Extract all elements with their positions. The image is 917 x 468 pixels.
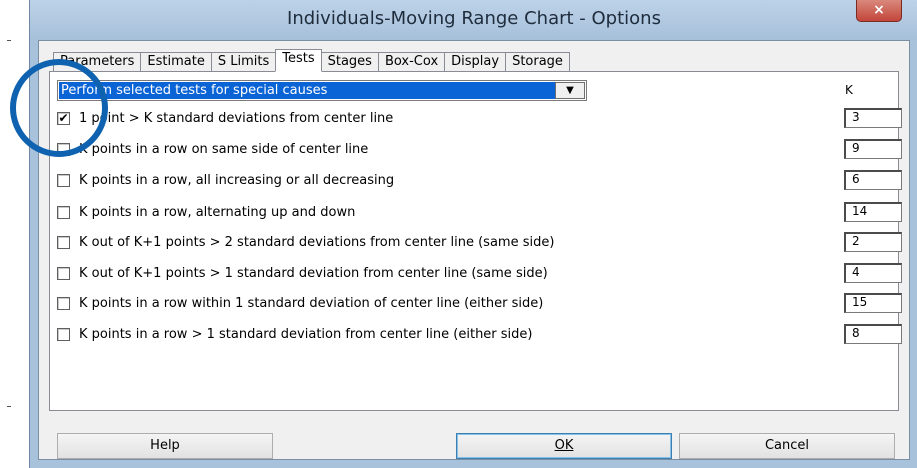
test-row-1: ✔ 1 point > K standard deviations from c… [57,108,902,130]
test-row-3: K points in a row, all increasing or all… [57,170,902,192]
test-2-label: K points in a row on same side of center… [79,142,369,157]
ok-button[interactable]: OK [456,433,672,459]
test-6-checkbox[interactable] [57,267,70,280]
help-button[interactable]: Help [57,433,273,459]
left-edge-tick [7,40,11,41]
dialog-window: Individuals-Moving Range Chart - Options… [29,0,917,468]
tests-mode-value: Perform selected tests for special cause… [59,82,555,99]
test-row-6: K out of K+1 points > 1 standard deviati… [57,263,902,285]
test-5-label: K out of K+1 points > 2 standard deviati… [79,235,555,250]
test-6-k-field[interactable]: 4 [844,263,902,283]
test-1-k-field[interactable]: 3 [844,108,902,128]
test-5-k-field[interactable]: 2 [844,232,902,252]
test-3-checkbox[interactable] [57,174,70,187]
test-3-label: K points in a row, all increasing or all… [79,173,395,188]
cancel-button[interactable]: Cancel [679,433,895,459]
test-8-checkbox[interactable] [57,328,70,341]
close-icon: × [873,2,885,18]
tab-estimate[interactable]: Estimate [140,52,212,72]
test-5-checkbox[interactable] [57,236,70,249]
test-row-8: K points in a row > 1 standard deviation… [57,324,902,346]
dialog-client-area: Parameters Estimate S Limits Tests Stage… [38,40,910,460]
k-column-header: K [845,83,853,97]
test-7-k-field[interactable]: 15 [844,293,902,313]
test-4-k-field[interactable]: 14 [844,202,902,222]
tests-mode-select[interactable]: Perform selected tests for special cause… [57,80,587,101]
test-row-7: K points in a row within 1 standard devi… [57,293,902,315]
tab-tests[interactable]: Tests [275,49,322,72]
tab-stages[interactable]: Stages [320,52,379,72]
test-7-checkbox[interactable] [57,297,70,310]
tab-strip: Parameters Estimate S Limits Tests Stage… [53,49,570,72]
test-1-label: 1 point > K standard deviations from cen… [79,111,394,126]
test-row-5: K out of K+1 points > 2 standard deviati… [57,232,902,254]
test-3-k-field[interactable]: 6 [844,170,902,190]
highlight-circle-annotation [10,59,108,157]
ok-button-label: OK [554,438,574,453]
close-button[interactable]: × [856,0,902,22]
left-edge-tick [7,406,11,407]
chevron-down-icon: ▼ [566,85,574,96]
tab-display[interactable]: Display [444,52,507,72]
test-2-k-field[interactable]: 9 [844,139,902,159]
dropdown-button[interactable]: ▼ [555,82,585,99]
test-6-label: K out of K+1 points > 1 standard deviati… [79,266,548,281]
test-row-4: K points in a row, alternating up and do… [57,202,902,224]
tab-box-cox[interactable]: Box-Cox [377,52,446,72]
test-8-label: K points in a row > 1 standard deviation… [79,327,533,342]
test-row-2: K points in a row on same side of center… [57,139,902,161]
tab-storage[interactable]: Storage [505,52,570,72]
test-4-label: K points in a row, alternating up and do… [79,205,356,220]
test-4-checkbox[interactable] [57,206,70,219]
window-title: Individuals-Moving Range Chart - Options [287,8,661,29]
test-8-k-field[interactable]: 8 [844,324,902,344]
test-7-label: K points in a row within 1 standard devi… [79,296,544,311]
tab-s-limits[interactable]: S Limits [210,52,277,72]
title-bar[interactable]: Individuals-Moving Range Chart - Options… [30,0,917,40]
